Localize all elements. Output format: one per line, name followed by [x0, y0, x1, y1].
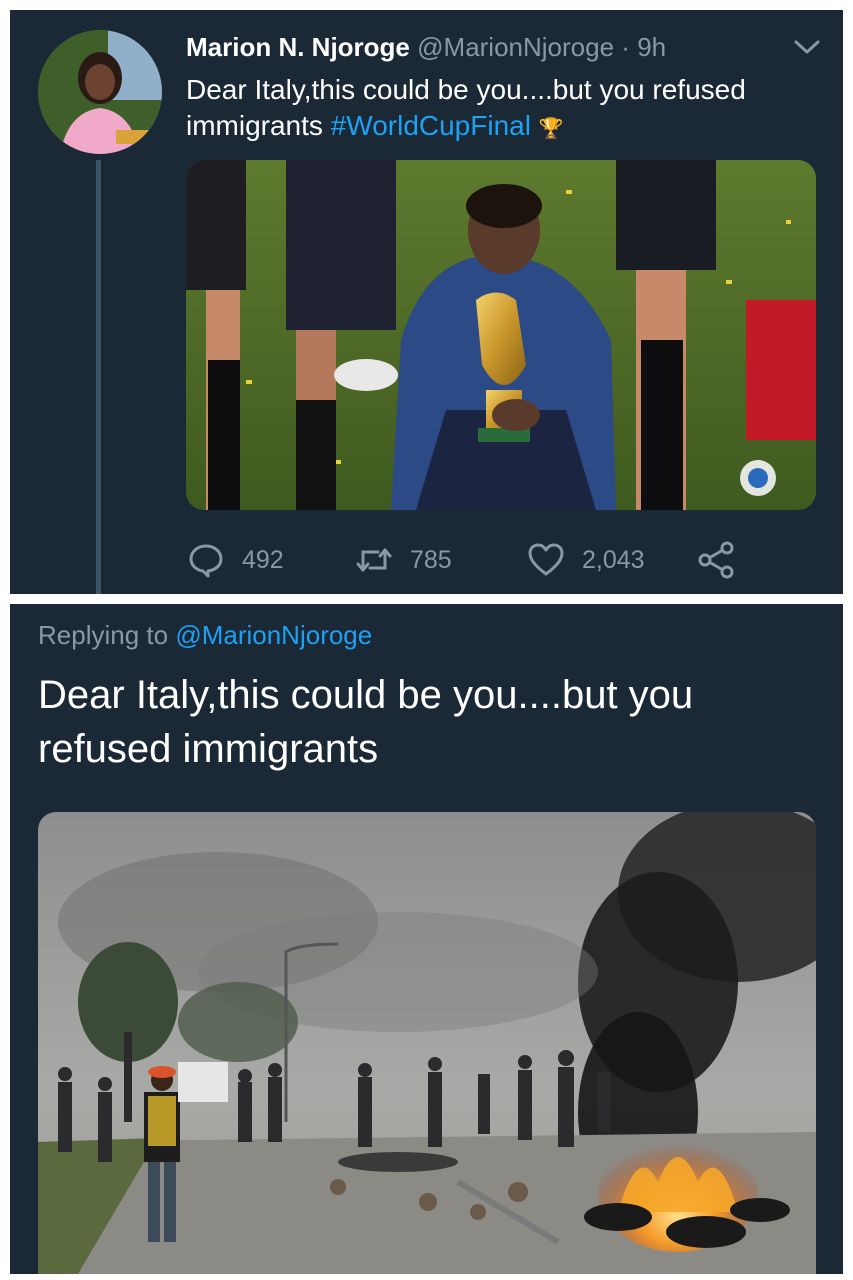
heart-icon [528, 543, 564, 576]
reply-tweet-card[interactable]: Replying to @MarionNjoroge Dear Italy,th… [10, 604, 843, 1274]
retweet-count: 785 [410, 545, 452, 574]
hashtag-link[interactable]: #WorldCupFinal [331, 110, 531, 141]
share-button[interactable] [696, 538, 752, 582]
tweet-card[interactable]: Marion N. Njoroge @MarionNjoroge · 9h De… [10, 10, 843, 594]
avatar-image [38, 30, 162, 154]
replying-prefix: Replying to [38, 620, 169, 650]
street-riot-image [38, 812, 816, 1274]
share-icon [698, 541, 734, 579]
replying-handle[interactable]: @MarionNjoroge [175, 620, 372, 650]
reply-icon [189, 544, 223, 578]
thread-line [96, 160, 101, 594]
replying-to: Replying to @MarionNjoroge [38, 620, 372, 651]
trophy-celebration-image [186, 160, 816, 510]
like-button[interactable]: 2,043 [526, 538, 645, 582]
user-handle[interactable]: @MarionNjoroge [417, 32, 614, 62]
reply-text: Dear Italy,this could be you....but you … [38, 673, 694, 771]
separator-dot: · [621, 32, 630, 62]
reply-photo[interactable] [38, 812, 816, 1274]
avatar[interactable] [38, 30, 162, 154]
tweet-header: Marion N. Njoroge @MarionNjoroge · 9h [186, 32, 666, 63]
trophy-icon: 🏆 [538, 118, 564, 140]
tweet-time[interactable]: 9h [637, 32, 666, 62]
retweet-button[interactable]: 785 [354, 538, 452, 582]
tweet-photo[interactable] [186, 160, 816, 510]
tweet-text: Dear Italy,this could be you....but you … [186, 72, 816, 147]
display-name[interactable]: Marion N. Njoroge [186, 32, 410, 62]
retweet-icon [356, 548, 392, 572]
reply-count: 492 [242, 545, 284, 574]
like-count: 2,043 [582, 545, 645, 574]
chevron-down-icon[interactable] [792, 36, 822, 58]
tweet-actions: 492 785 2,043 [186, 538, 746, 582]
reply-button[interactable]: 492 [186, 538, 284, 582]
